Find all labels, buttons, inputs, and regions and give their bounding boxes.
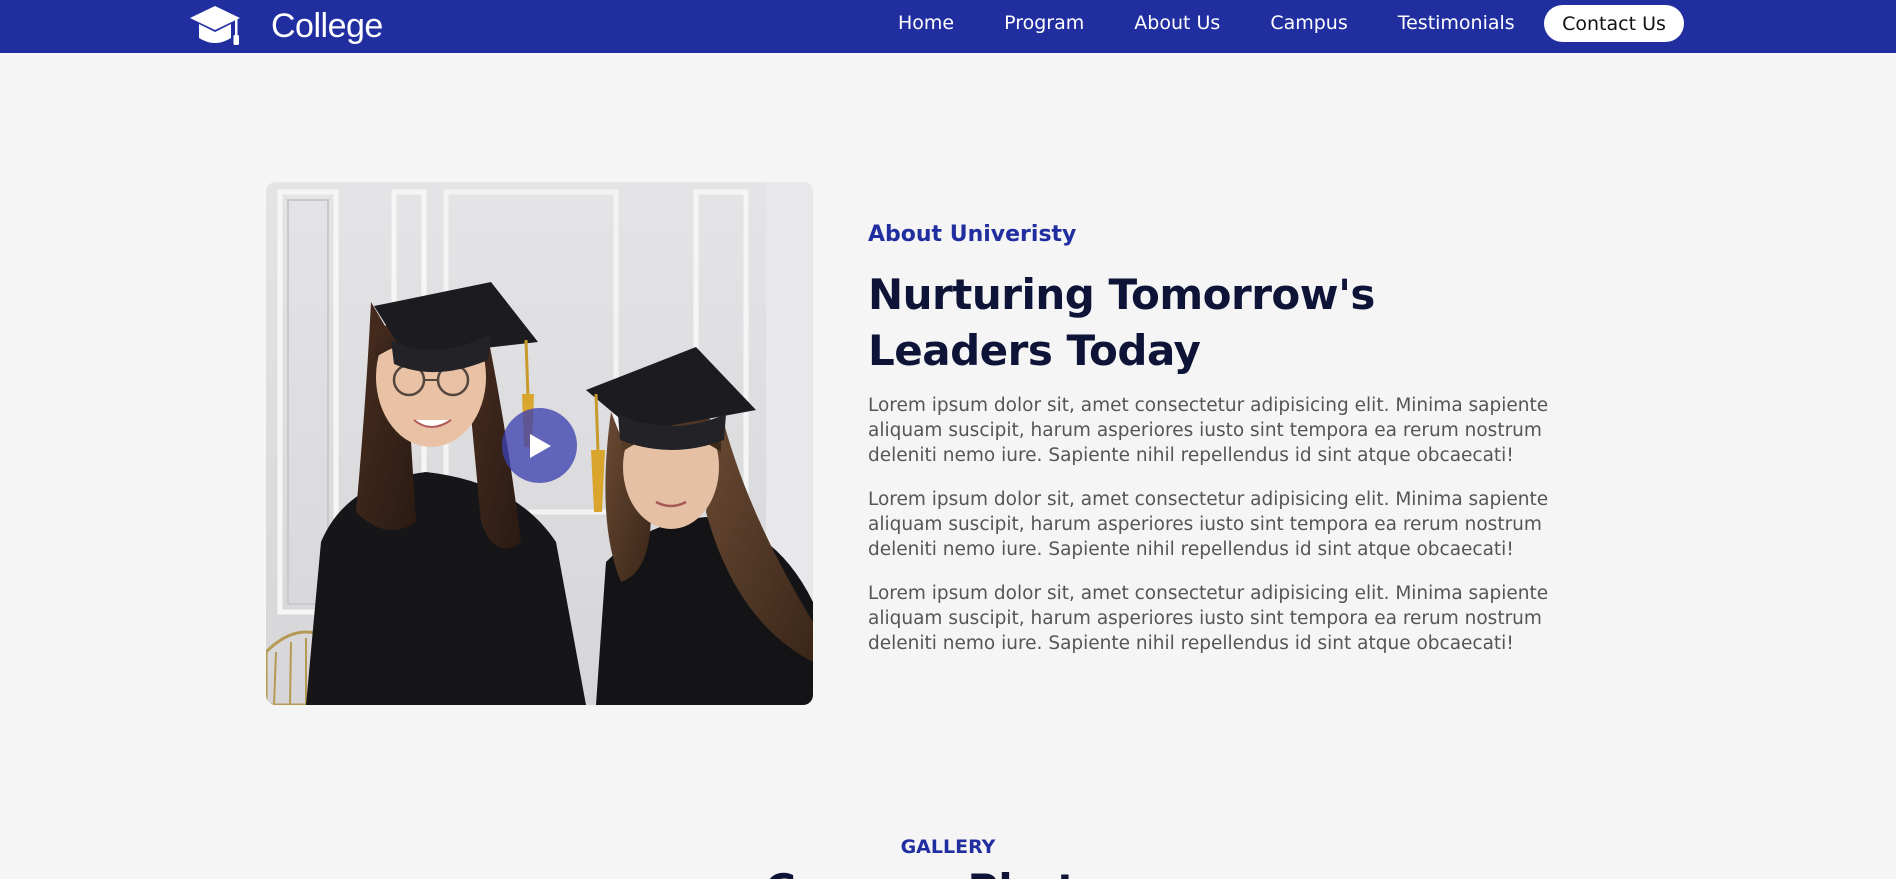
nav-link-campus[interactable]: Campus (1270, 12, 1347, 34)
top-navbar: College Home Program About Us Campus Tes… (0, 0, 1896, 53)
contact-us-button[interactable]: Contact Us (1544, 5, 1684, 42)
about-eyebrow: About Univeristy (868, 222, 1077, 247)
nav-link-home[interactable]: Home (898, 12, 954, 34)
about-paragraph: Lorem ipsum dolor sit, amet consectetur … (868, 583, 1549, 654)
nav-link-testimonials[interactable]: Testimonials (1398, 12, 1515, 34)
brand-name: College (271, 7, 383, 45)
nav-link-program[interactable]: Program (1004, 12, 1084, 34)
nav-link-about-us[interactable]: About Us (1134, 12, 1220, 34)
about-heading: Nurturing Tomorrow's Leaders Today (868, 270, 1375, 375)
gallery-title: Campus Photos (0, 862, 1896, 879)
brand-logo[interactable]: College (189, 0, 383, 53)
graduation-cap-icon (190, 5, 240, 45)
main-nav: Home Program About Us Campus Testimonial… (898, 0, 1515, 46)
about-section: About Univeristy Nurturing Tomorrow's Le… (868, 222, 1628, 675)
about-paragraph: Lorem ipsum dolor sit, amet consectetur … (868, 489, 1549, 560)
play-video-button[interactable] (502, 408, 577, 483)
gallery-eyebrow: GALLERY (900, 836, 996, 858)
play-icon (529, 433, 551, 458)
about-paragraph: Lorem ipsum dolor sit, amet consectetur … (868, 395, 1549, 466)
